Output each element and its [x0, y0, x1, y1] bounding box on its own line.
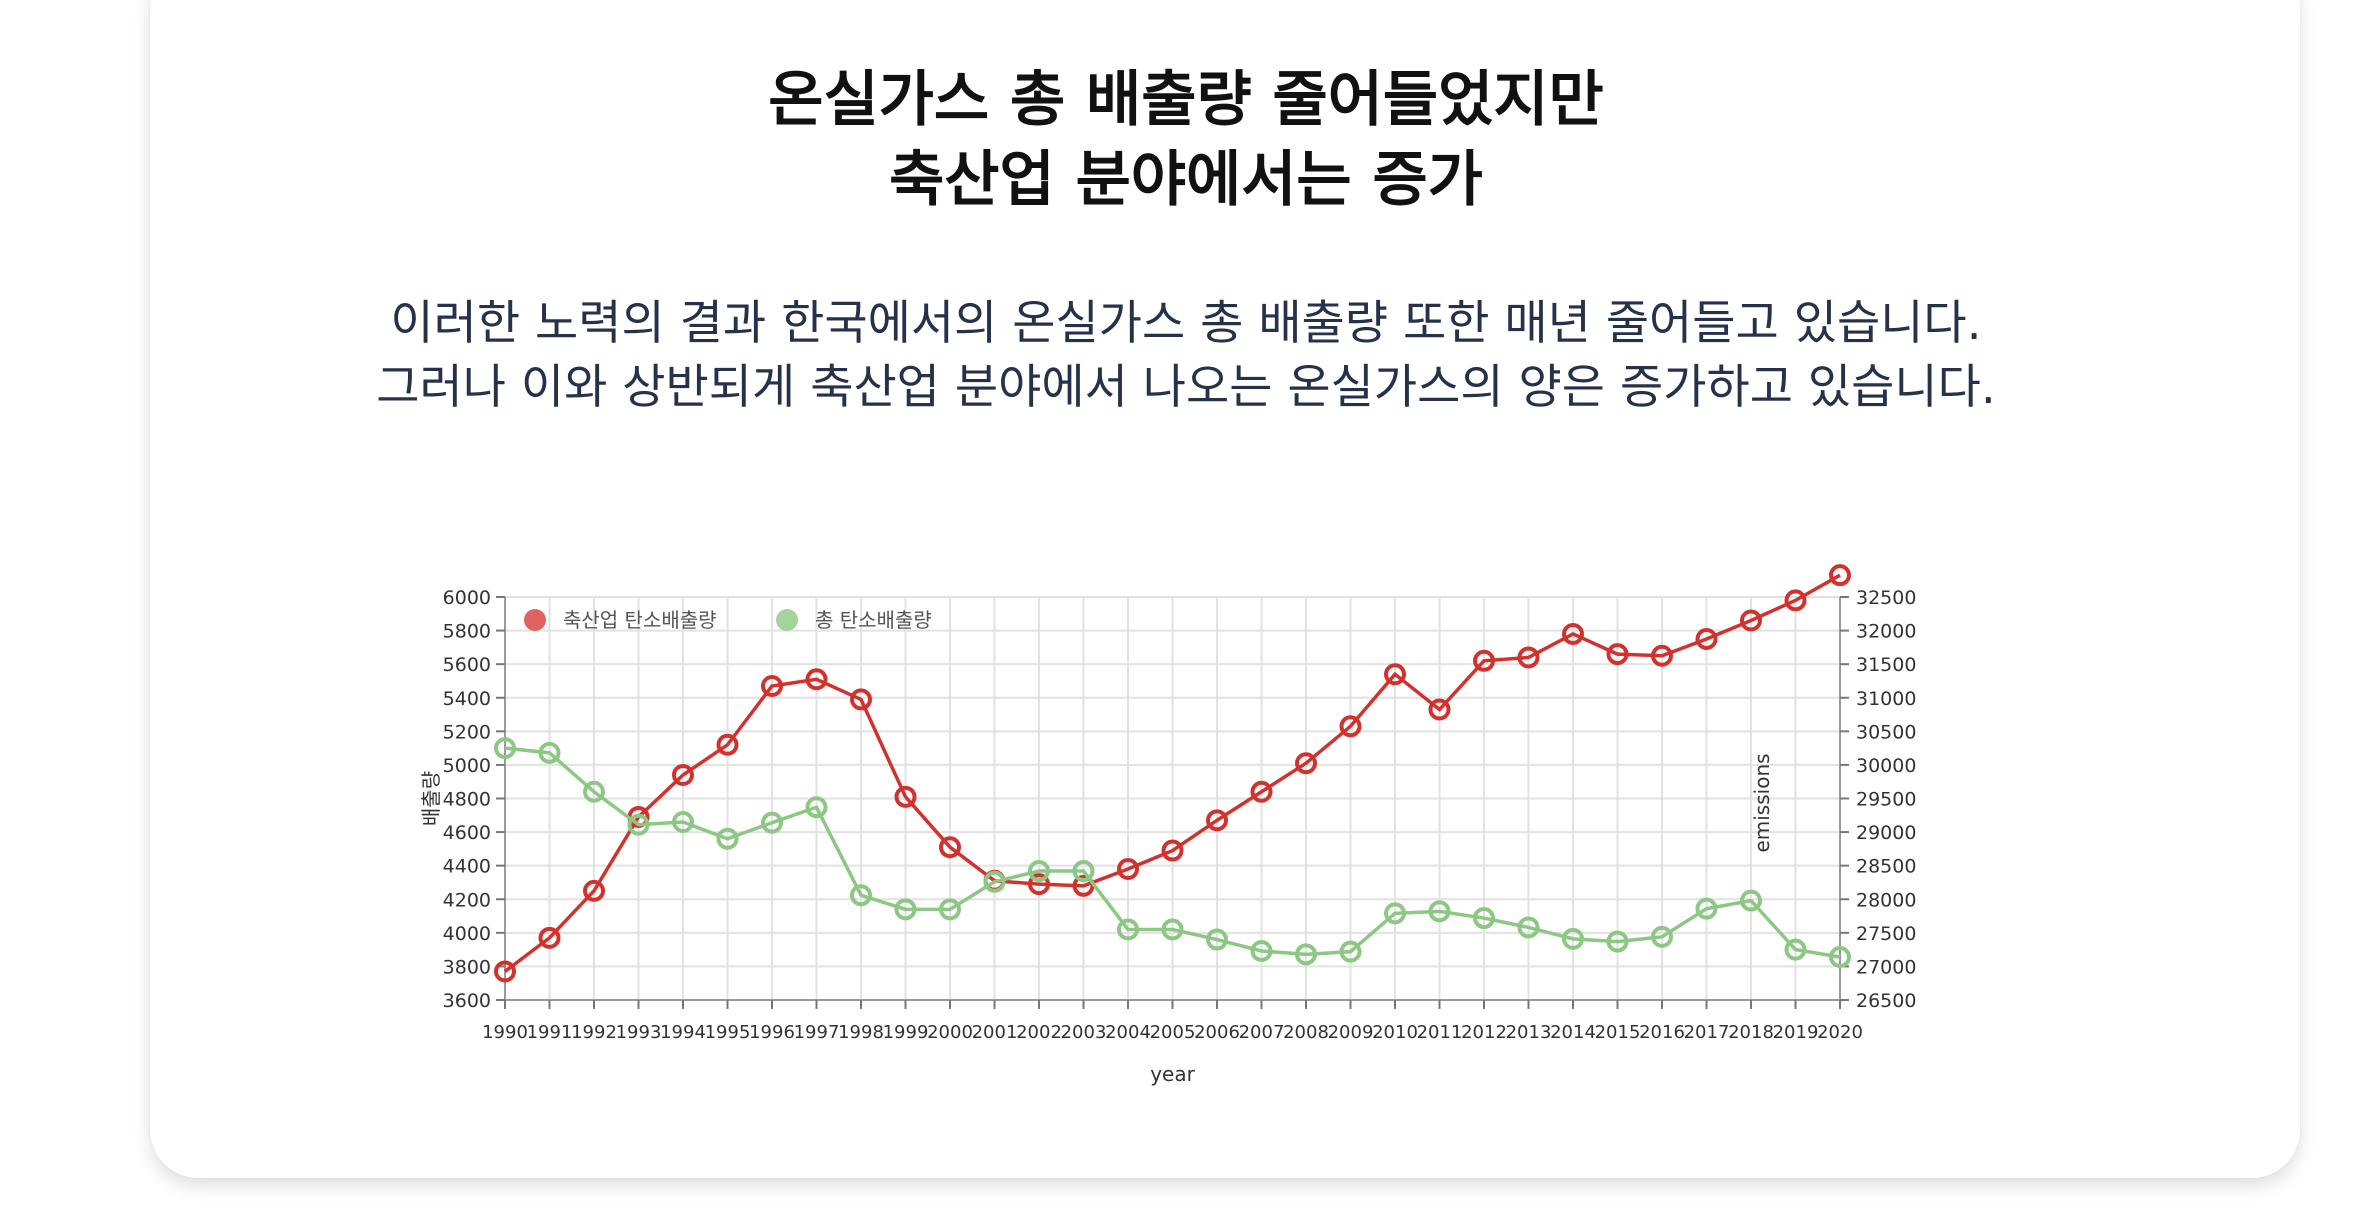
- x-tick-label: 1997: [794, 1022, 840, 1043]
- x-tick-label: 2017: [1684, 1022, 1730, 1043]
- y-tick-label: 4200: [443, 889, 491, 911]
- y2-tick-label: 30000: [1856, 755, 1916, 777]
- y-tick-label: 5000: [443, 755, 491, 777]
- y-axis-label: 배출량: [419, 771, 443, 826]
- y-tick-label: 6000: [443, 587, 491, 609]
- x-tick-label: 2020: [1817, 1022, 1863, 1043]
- x-axis-label: year: [1150, 1062, 1195, 1086]
- y2-axis-label: emissions: [1750, 753, 1774, 852]
- emissions-chart: 3600 3800 4000 4200 4400 4600 4800 5000 5200 5400…: [419, 564, 1917, 1086]
- y2-tick-label: 27500: [1856, 923, 1916, 945]
- x-tick-label: 2003: [1061, 1022, 1107, 1043]
- x-tick-label: 2005: [1150, 1022, 1196, 1043]
- y-tick-label: 3800: [443, 956, 491, 978]
- y2-tick-label: 27000: [1856, 956, 1916, 978]
- y2-tick-label: 29500: [1856, 789, 1916, 811]
- x-tick-label: 2012: [1461, 1022, 1507, 1043]
- x-tick-label: 2009: [1328, 1022, 1374, 1043]
- x-tick-label: 2019: [1773, 1022, 1819, 1043]
- y-tick-label: 5400: [443, 688, 491, 710]
- y-tick-label: 4600: [443, 822, 491, 844]
- y-tick-label: 4800: [443, 789, 491, 811]
- legend-label: 축산업 탄소배출량: [563, 608, 717, 632]
- y2-tick-label: 32000: [1856, 621, 1916, 643]
- x-tick-label: 2018: [1728, 1022, 1774, 1043]
- x-tick-label: 2013: [1506, 1022, 1552, 1043]
- x-tick-label: 2015: [1595, 1022, 1641, 1043]
- legend-item-2: 총 탄소배출량: [776, 608, 932, 632]
- x-tick-label: 2014: [1550, 1022, 1596, 1043]
- x-tick-label: 2004: [1105, 1022, 1151, 1043]
- x-tick-label: 1994: [660, 1022, 706, 1043]
- x-tick-label: 2008: [1283, 1022, 1329, 1043]
- x-tick-label: 2016: [1639, 1022, 1685, 1043]
- x-tick-label: 1992: [571, 1022, 617, 1043]
- legend-label: 총 탄소배출량: [815, 608, 932, 632]
- legend-marker: [524, 609, 546, 631]
- y-tick-label: 5600: [443, 654, 491, 676]
- legend-item-1: 축산업 탄소배출량: [524, 608, 717, 632]
- x-tick-label: 1993: [616, 1022, 662, 1043]
- x-tick-label: 2002: [1016, 1022, 1062, 1043]
- x-tick-label: 1990: [482, 1022, 528, 1043]
- y2-tick-label: 29000: [1856, 822, 1916, 844]
- y-tick-label: 5200: [443, 721, 491, 743]
- x-tick-label: 2010: [1372, 1022, 1418, 1043]
- y-tick-label: 4400: [443, 856, 491, 878]
- axes: 3600 3800 4000 4200 4400 4600 4800 5000 5200 5400…: [443, 587, 1917, 1043]
- y-tick-label: 4000: [443, 923, 491, 945]
- y2-tick-label: 26500: [1856, 990, 1916, 1012]
- y2-tick-label: 30500: [1856, 721, 1916, 743]
- y2-tick-label: 32500: [1856, 587, 1916, 609]
- x-tick-label: 2011: [1417, 1022, 1463, 1043]
- x-tick-label: 2001: [972, 1022, 1018, 1043]
- x-tick-label: 1999: [883, 1022, 929, 1043]
- y-tick-label: 5800: [443, 621, 491, 643]
- x-tick-label: 1995: [705, 1022, 751, 1043]
- x-tick-label: 1996: [749, 1022, 795, 1043]
- x-tick-label: 2006: [1194, 1022, 1240, 1043]
- x-tick-label: 2007: [1239, 1022, 1285, 1043]
- y2-tick-label: 28000: [1856, 889, 1916, 911]
- y2-tick-label: 31500: [1856, 654, 1916, 676]
- legend-marker: [776, 609, 798, 631]
- x-tick-label: 1998: [838, 1022, 884, 1043]
- y-tick-label: 3600: [443, 990, 491, 1012]
- y2-tick-label: 28500: [1856, 856, 1916, 878]
- x-tick-label: 2000: [927, 1022, 973, 1043]
- y2-tick-label: 31000: [1856, 688, 1916, 710]
- x-tick-label: 1991: [527, 1022, 573, 1043]
